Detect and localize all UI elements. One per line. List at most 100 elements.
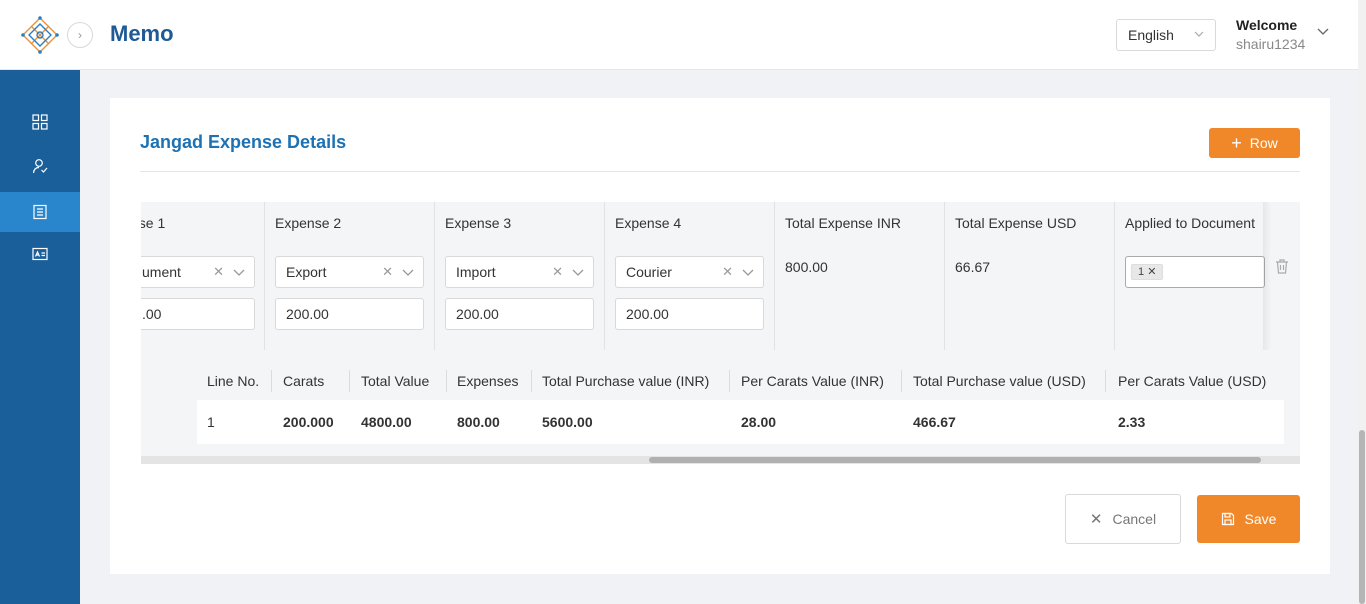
page-scrollbar[interactable]: [1358, 0, 1366, 604]
header-expenses: Expenses: [457, 373, 519, 389]
scrollbar-thumb[interactable]: [649, 457, 1261, 463]
dashboard-grid-icon: [32, 114, 48, 130]
expense-table: nse 1 ument ✕ .00 Expense 2 Export ✕ 200…: [141, 202, 1300, 464]
page-title: Memo: [110, 21, 174, 46]
cell-total-value: 4800.00: [361, 414, 412, 430]
header-total-value: Total Value: [361, 373, 430, 389]
column-applied-document: Applied to Document 1 ✕: [1115, 202, 1275, 350]
expense-2-type-select[interactable]: Export ✕: [275, 256, 424, 288]
clear-icon[interactable]: ✕: [552, 264, 563, 280]
clear-icon[interactable]: ✕: [722, 264, 733, 280]
save-button[interactable]: Save: [1197, 495, 1300, 543]
expense-3-type-select[interactable]: Import ✕: [445, 256, 594, 288]
sidebar-item-profile[interactable]: [0, 234, 80, 274]
column-separator: [349, 370, 350, 392]
fixed-column-shadow: [1263, 202, 1271, 350]
expense-3-amount-input[interactable]: 200.00: [445, 298, 594, 330]
chevron-down-icon: [402, 269, 414, 276]
line-details-table: Line No. Carats Total Value Expenses Tot…: [141, 350, 1300, 460]
column-separator: [729, 370, 730, 392]
language-value: English: [1128, 27, 1174, 43]
total-inr-value: 800.00: [785, 259, 828, 275]
line-details-header: Line No. Carats Total Value Expenses Tot…: [197, 362, 1284, 400]
applied-document-select[interactable]: 1 ✕: [1125, 256, 1265, 288]
cell-total-purchase-usd: 466.67: [913, 414, 956, 430]
top-header: › Memo English Welcome shairu1234: [0, 0, 1358, 70]
delete-row-icon[interactable]: [1274, 258, 1290, 274]
chevron-down-icon: [742, 269, 754, 276]
expense-1-type-select[interactable]: ument ✕: [141, 256, 255, 288]
document-tag[interactable]: 1 ✕: [1131, 264, 1164, 280]
id-card-icon: [32, 247, 48, 261]
column-separator: [531, 370, 532, 392]
language-select[interactable]: English: [1116, 19, 1216, 51]
header-applied-document: Applied to Document: [1125, 215, 1255, 231]
column-expense-2: Expense 2 Export ✕ 200.00: [265, 202, 435, 350]
cell-expenses: 800.00: [457, 414, 500, 430]
column-separator: [901, 370, 902, 392]
expense-2-amount-input[interactable]: 200.00: [275, 298, 424, 330]
user-menu-chevron-icon[interactable]: [1316, 25, 1330, 39]
header-expense-2: Expense 2: [275, 215, 342, 231]
expense-4-amount-input[interactable]: 200.00: [615, 298, 764, 330]
column-separator: [271, 370, 272, 392]
divider: [140, 171, 1300, 172]
clear-icon[interactable]: ✕: [213, 264, 224, 280]
cancel-label: Cancel: [1112, 511, 1157, 527]
expense-card: Jangad Expense Details + Row nse 1 ument…: [110, 98, 1330, 574]
save-disk-icon: [1221, 512, 1234, 526]
cell-total-purchase-inr: 5600.00: [542, 414, 593, 430]
table-horizontal-scrollbar[interactable]: [141, 456, 1300, 464]
column-separator: [1105, 370, 1106, 392]
column-separator: [446, 370, 447, 392]
cancel-button[interactable]: ✕ Cancel: [1065, 494, 1181, 544]
username-label: shairu1234: [1236, 36, 1306, 52]
sidebar-expand-button[interactable]: ›: [67, 22, 93, 48]
column-expense-1: nse 1 ument ✕ .00: [141, 202, 265, 350]
cell-per-carats-inr: 28.00: [741, 414, 777, 430]
cell-line-no: 1: [207, 414, 215, 430]
header-expense-3: Expense 3: [445, 215, 512, 231]
chevron-down-icon: [233, 269, 245, 276]
expense-4-type-select[interactable]: Courier ✕: [615, 256, 764, 288]
app-logo-icon[interactable]: [19, 15, 61, 55]
chevron-down-icon: [572, 269, 584, 276]
header-carats: Carats: [283, 373, 325, 389]
add-row-label: Row: [1249, 135, 1278, 151]
sidebar-item-users[interactable]: [0, 146, 80, 186]
sidebar: [0, 70, 80, 604]
sidebar-item-memo[interactable]: [0, 192, 80, 232]
total-usd-value: 66.67: [955, 259, 991, 275]
expense-2-type-value: Export: [286, 264, 327, 280]
chevron-right-icon: ›: [78, 28, 82, 42]
expense-1-type-value: ument: [142, 264, 181, 280]
column-total-usd: Total Expense USD 66.67: [945, 202, 1115, 350]
header-total-purchase-usd: Total Purchase value (USD): [913, 373, 1086, 389]
tag-close-icon[interactable]: ✕: [1147, 266, 1156, 278]
header-per-carats-usd: Per Carats Value (USD): [1118, 373, 1267, 389]
plus-icon: +: [1231, 133, 1242, 153]
save-label: Save: [1244, 511, 1277, 527]
header-expense-4: Expense 4: [615, 215, 682, 231]
cell-per-carats-usd: 2.33: [1118, 414, 1146, 430]
header-total-usd: Total Expense USD: [955, 215, 1077, 231]
chevron-down-icon: [1194, 31, 1204, 37]
expense-4-type-value: Courier: [626, 264, 672, 280]
table-row: 1 200.000 4800.00 800.00 5600.00 28.00 4…: [197, 400, 1284, 444]
header-total-purchase-inr: Total Purchase value (INR): [542, 373, 710, 389]
header-line-no: Line No.: [207, 373, 260, 389]
expense-1-amount-input[interactable]: .00: [141, 298, 255, 330]
header-expense-1: nse 1: [141, 215, 166, 231]
clear-icon[interactable]: ✕: [382, 264, 393, 280]
header-total-inr: Total Expense INR: [785, 215, 901, 231]
welcome-label: Welcome: [1236, 17, 1298, 33]
sidebar-item-dashboard[interactable]: [0, 102, 80, 142]
column-expense-3: Expense 3 Import ✕ 200.00: [435, 202, 605, 350]
close-icon: ✕: [1089, 511, 1103, 528]
add-row-button[interactable]: + Row: [1209, 128, 1300, 158]
list-document-icon: [33, 204, 47, 220]
header-per-carats-inr: Per Carats Value (INR): [741, 373, 884, 389]
cell-carats: 200.000: [283, 414, 334, 430]
section-title: Jangad Expense Details: [140, 132, 347, 152]
page-scrollbar-thumb[interactable]: [1359, 430, 1365, 604]
